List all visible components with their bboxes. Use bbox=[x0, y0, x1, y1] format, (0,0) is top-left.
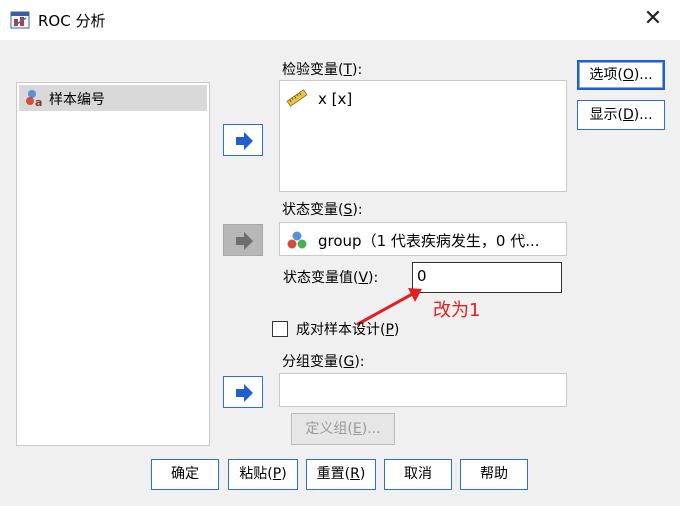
close-icon[interactable]: ✕ bbox=[642, 8, 664, 30]
display-button[interactable]: 显示(D)... bbox=[577, 100, 665, 130]
paired-design-label[interactable]: 成对样本设计(P) bbox=[296, 319, 399, 339]
options-button[interactable]: 选项(O)... bbox=[577, 60, 665, 90]
group-variable-label: 分组变量(G): bbox=[282, 354, 365, 370]
reset-button[interactable]: 重置(R) bbox=[306, 459, 376, 490]
nominal-variable-icon bbox=[287, 231, 307, 249]
list-item-label: 样本编号 bbox=[49, 92, 105, 108]
list-item[interactable]: a 样本编号 bbox=[19, 85, 207, 111]
state-variable-label: 状态变量(S): bbox=[282, 202, 363, 218]
arrow-right-icon bbox=[236, 132, 253, 150]
move-to-group-variable-button[interactable] bbox=[223, 376, 263, 408]
arrow-right-icon bbox=[236, 384, 253, 402]
cancel-button[interactable]: 取消 bbox=[384, 459, 452, 490]
move-to-test-variable-button[interactable] bbox=[223, 124, 263, 156]
ok-button[interactable]: 确定 bbox=[151, 459, 219, 490]
roc-app-icon bbox=[10, 11, 30, 29]
source-variable-list[interactable]: a 样本编号 bbox=[16, 82, 210, 446]
move-to-state-variable-button[interactable] bbox=[223, 224, 263, 256]
paired-design-checkbox[interactable] bbox=[272, 321, 288, 337]
test-variable-list[interactable]: x [x] bbox=[279, 80, 567, 192]
annotation-text: 改为1 bbox=[433, 300, 481, 321]
state-variable-field[interactable]: group（1 代表疾病发生，0 代... bbox=[279, 222, 567, 256]
define-groups-button[interactable]: 定义组(E)... bbox=[291, 413, 395, 445]
state-value-input[interactable]: 0 bbox=[412, 262, 562, 293]
arrow-right-icon bbox=[236, 232, 253, 250]
test-variable-item[interactable]: x [x] bbox=[318, 90, 352, 108]
help-button[interactable]: 帮助 bbox=[460, 459, 528, 490]
group-variable-field[interactable] bbox=[279, 373, 567, 407]
paste-button[interactable]: 粘贴(P) bbox=[228, 459, 298, 490]
window-title: ROC 分析 bbox=[38, 12, 106, 30]
test-variable-label: 检验变量(T): bbox=[282, 62, 363, 78]
state-variable-value: group（1 代表疾病发生，0 代... bbox=[318, 232, 540, 250]
nominal-variable-icon: a bbox=[26, 90, 42, 108]
svg-text:a: a bbox=[35, 96, 42, 108]
title-bar: ROC 分析 ✕ bbox=[0, 0, 680, 40]
scale-variable-icon bbox=[286, 89, 308, 107]
